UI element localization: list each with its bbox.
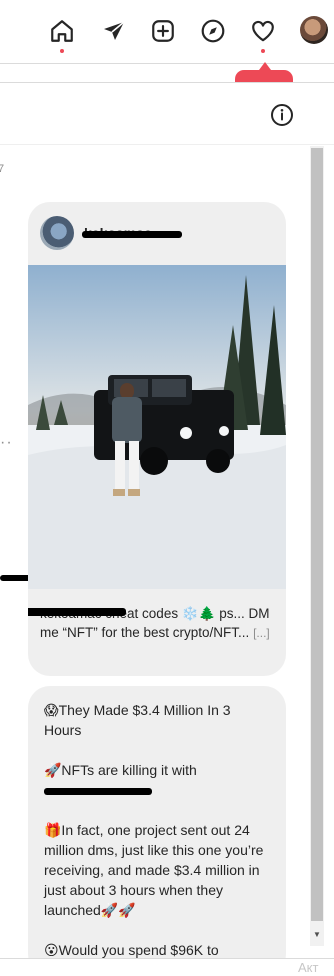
message-text: 🚀NFTs are killing it with (44, 762, 197, 778)
message-paragraph: 😮Would you spend $96K to (44, 942, 219, 958)
activity-dot (261, 49, 265, 53)
text-message-bubble[interactable]: 😱They Made $3.4 Million In 3 Hours 🚀NFTs… (28, 686, 286, 976)
redaction-bar (44, 787, 152, 795)
home-icon[interactable] (47, 16, 77, 46)
timestamp-fragment: 7 (0, 163, 5, 175)
redaction-bar (82, 231, 182, 238)
scrollbar-thumb[interactable] (311, 148, 323, 921)
more-options-icon[interactable]: ·· (0, 434, 13, 452)
notification-caret (259, 62, 271, 70)
profile-avatar[interactable] (300, 16, 328, 44)
post-image[interactable] (28, 265, 286, 589)
top-nav (0, 0, 334, 62)
nav-divider (0, 63, 334, 64)
post-author-username[interactable]: kekoamac (82, 225, 182, 241)
send-icon[interactable] (99, 16, 129, 46)
message-paragraph: 🚀NFTs are killing it with (44, 760, 270, 800)
redaction-bar (28, 608, 126, 616)
message-paragraph: 😱They Made $3.4 Million In 3 Hours (44, 702, 231, 738)
explore-icon[interactable] (198, 16, 228, 46)
corner-watermark-text: Акт (298, 960, 319, 975)
post-caption: kekoamac cheat codes ❄️🌲 ps... DM me “NF… (28, 604, 276, 643)
see-more-link[interactable]: [...] (253, 626, 270, 640)
shared-post-card[interactable]: kekoamac cheat codes ❄️🌲 ps... DM me “NF… (28, 202, 286, 676)
new-post-icon[interactable] (148, 16, 178, 46)
info-icon[interactable] (270, 103, 294, 127)
bottom-strip (0, 958, 334, 976)
home-active-dot (60, 49, 64, 53)
message-paragraph: 🎁In fact, one project sent out 24 millio… (44, 822, 264, 918)
post-author-avatar[interactable] (40, 216, 74, 250)
heart-icon[interactable] (248, 16, 278, 46)
panel-header-divider (0, 144, 334, 145)
scroll-down-arrow-icon[interactable]: ▼ (313, 930, 321, 939)
post-header[interactable]: kekoamac (40, 216, 182, 250)
